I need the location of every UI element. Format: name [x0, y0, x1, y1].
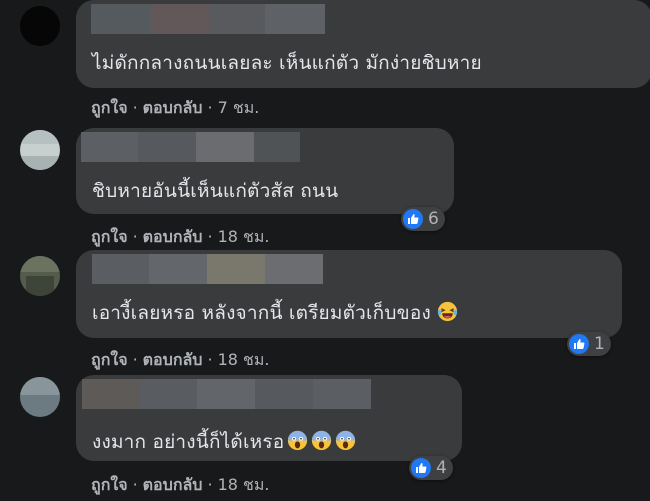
comment-actions: ถูกใจ · ตอบกลับ · 7 ชม. — [91, 98, 260, 117]
timestamp[interactable]: 18 ชม. — [218, 227, 270, 246]
comment-actions: ถูกใจ · ตอบกลับ · 18 ชม. — [91, 227, 270, 246]
avatar[interactable] — [20, 377, 60, 417]
like-icon — [403, 209, 423, 229]
comment-text: งงมาก อย่างนี้ก็ได้เหรอ — [92, 427, 356, 457]
like-link[interactable]: ถูกใจ — [91, 475, 128, 494]
comment-actions: ถูกใจ · ตอบกลับ · 18 ชม. — [91, 475, 270, 494]
reaction-count[interactable]: 4 — [409, 456, 453, 480]
reply-link[interactable]: ตอบกลับ — [143, 227, 203, 246]
comment-4: งงมาก อย่างนี้ก็ได้เหรอ 4 ถูกใจ · ตอบกลับ ·… — [0, 375, 650, 501]
like-link[interactable]: ถูกใจ — [91, 350, 128, 369]
like-icon — [569, 334, 589, 354]
comment-bubble: ชิบหายอันนี้เห็นแก่ตัวสัส ถนน — [76, 128, 454, 214]
timestamp[interactable]: 7 ชม. — [218, 98, 260, 117]
author-name-blurred[interactable] — [91, 4, 325, 34]
screaming-face-emoji — [312, 430, 332, 451]
avatar[interactable] — [20, 130, 60, 170]
comment-2: ชิบหายอันนี้เห็นแก่ตัวสัส ถนน 6 ถูกใจ · ตอ… — [0, 125, 650, 250]
comment-text: ไม่ดักกลางถนนเลยละ เห็นแก่ตัว มักง่ายชิบ… — [92, 52, 482, 74]
avatar[interactable] — [20, 6, 60, 46]
reply-link[interactable]: ตอบกลับ — [143, 98, 203, 117]
timestamp[interactable]: 18 ชม. — [218, 475, 270, 494]
comment-text: ชิบหายอันนี้เห็นแก่ตัวสัส ถนน — [92, 180, 339, 202]
like-link[interactable]: ถูกใจ — [91, 98, 128, 117]
comment-actions: ถูกใจ · ตอบกลับ · 18 ชม. — [91, 350, 270, 369]
laughing-crying-emoji — [438, 301, 458, 322]
comment-bubble: เอางี้เลยหรอ หลังจากนี้ เตรียมตัวเก็บของ — [76, 250, 622, 338]
timestamp[interactable]: 18 ชม. — [218, 350, 270, 369]
comment-1: ไม่ดักกลางถนนเลยละ เห็นแก่ตัว มักง่ายชิบ… — [0, 0, 650, 125]
comment-text: เอางี้เลยหรอ หลังจากนี้ เตรียมตัวเก็บของ — [92, 298, 458, 328]
comment-bubble: งงมาก อย่างนี้ก็ได้เหรอ — [76, 375, 462, 461]
reply-link[interactable]: ตอบกลับ — [143, 475, 203, 494]
screaming-face-emoji — [288, 430, 308, 451]
like-link[interactable]: ถูกใจ — [91, 227, 128, 246]
like-icon — [411, 458, 431, 478]
reply-link[interactable]: ตอบกลับ — [143, 350, 203, 369]
reaction-count[interactable]: 6 — [401, 207, 445, 231]
author-name-blurred[interactable] — [81, 132, 300, 162]
avatar[interactable] — [20, 256, 60, 296]
reaction-count[interactable]: 1 — [567, 332, 611, 356]
author-name-blurred[interactable] — [92, 254, 323, 284]
comment-bubble: ไม่ดักกลางถนนเลยละ เห็นแก่ตัว มักง่ายชิบ… — [76, 0, 650, 88]
emoji-group — [284, 430, 356, 453]
screaming-face-emoji — [336, 430, 356, 451]
comment-3: เอางี้เลยหรอ หลังจากนี้ เตรียมตัวเก็บของ… — [0, 250, 650, 375]
author-name-blurred[interactable] — [82, 379, 371, 409]
